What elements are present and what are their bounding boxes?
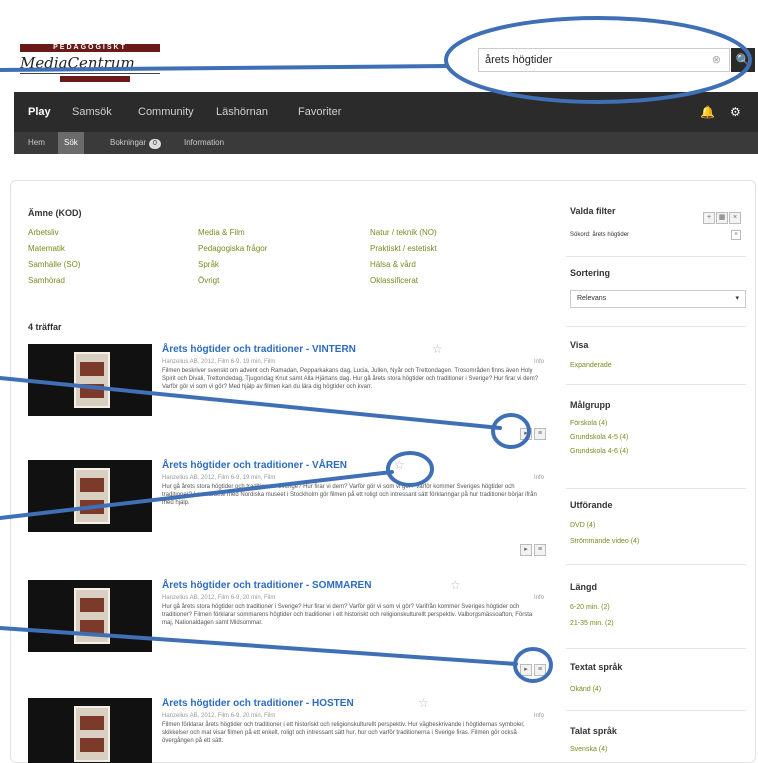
result-meta: Hanzelius AB, 2012, Film 6-9, 20 min, Fi…	[162, 713, 276, 719]
bookings-count-badge: 0	[149, 139, 161, 149]
star-icon[interactable]: ☆	[432, 342, 443, 356]
grid-icon[interactable]: ▦	[716, 212, 728, 224]
play-icon[interactable]: ▸	[520, 664, 532, 676]
sort-select[interactable]: Relevans ▾	[570, 290, 746, 308]
chevron-down-icon: ▾	[735, 295, 739, 302]
result-meta: Hanzelius AB, 2012, Film 6-9, 19 min, Fi…	[162, 475, 276, 481]
target-option[interactable]: Förskola (4)	[570, 420, 607, 427]
subject-link[interactable]: Samhälle (SO)	[28, 260, 80, 269]
result-thumbnail[interactable]	[28, 460, 152, 532]
star-icon[interactable]: ☆	[394, 458, 405, 472]
list-icon[interactable]: ≡	[534, 664, 546, 676]
length-option[interactable]: 21-35 min. (2)	[570, 620, 614, 627]
result-info: Info	[534, 595, 545, 601]
site-logo[interactable]: PEDAGOGISKT MediaCentrum	[20, 44, 160, 84]
page-header: PEDAGOGISKT MediaCentrum ⊗ 🔍	[0, 0, 758, 92]
list-icon[interactable]: ≡	[534, 544, 546, 556]
subject-link[interactable]: Media & Film	[198, 228, 245, 237]
nav-item-favoriter[interactable]: Favoriter	[298, 92, 341, 132]
result-item: Årets högtider och traditioner - SOMMARE…	[28, 578, 548, 690]
subtitle-option[interactable]: Okänd (4)	[570, 686, 601, 693]
subnav-item-sok[interactable]: Sök	[58, 132, 84, 154]
search-icon: 🔍	[735, 53, 751, 67]
star-icon[interactable]: ☆	[450, 578, 461, 592]
view-option[interactable]: Expanderade	[570, 362, 612, 369]
sort-value: Relevans	[577, 295, 607, 302]
result-item: Årets högtider och traditioner - VÅREN ☆…	[28, 458, 548, 570]
subnav-item-hem[interactable]: Hem	[28, 132, 45, 154]
logo-top-bar: PEDAGOGISKT	[20, 44, 160, 52]
bell-icon[interactable]: 🔔	[700, 105, 715, 119]
result-meta: Hanzelius AB, 2012, Film 6-9, 19 min, Fi…	[162, 359, 276, 365]
subjects-title: Ämne (KOD)	[28, 208, 82, 218]
format-option[interactable]: Strömmande video (4)	[570, 538, 639, 545]
sub-nav: Hem Sök Bokningar 0 Information	[14, 132, 758, 154]
expand-icon[interactable]: +	[703, 212, 715, 224]
result-meta: Hanzelius AB, 2012, Film 6-9, 20 min, Fi…	[162, 595, 276, 601]
subject-link[interactable]: Pedagogiska frågor	[198, 244, 267, 253]
search-input[interactable]	[479, 49, 699, 71]
subject-link[interactable]: Natur / teknik (NO)	[370, 228, 437, 237]
target-title: Målgrupp	[570, 400, 611, 410]
result-description: Filmen beskriver svenskt om advent och R…	[162, 368, 539, 390]
nav-item-community[interactable]: Community	[138, 92, 194, 132]
subject-link[interactable]: Övrigt	[198, 276, 219, 285]
main-nav: Play Samsök Community Läshörnan Favorite…	[14, 92, 758, 132]
format-option[interactable]: DVD (4)	[570, 522, 595, 529]
result-item: Årets högtider och traditioner - HÖSTEN …	[28, 698, 548, 763]
result-item: Årets högtider och traditioner - VINTERN…	[28, 342, 548, 454]
close-icon[interactable]: ×	[729, 212, 741, 224]
spoken-option[interactable]: Svenska (4)	[570, 746, 607, 753]
length-option[interactable]: 6-20 min. (2)	[570, 604, 610, 611]
subject-link[interactable]: Arbetsliv	[28, 228, 59, 237]
result-thumbnail[interactable]	[28, 698, 152, 763]
result-description: Hur gå årets stora högtider och traditio…	[162, 484, 537, 506]
subject-link[interactable]: Hälsa & vård	[370, 260, 416, 269]
logo-script: MediaCentrum	[20, 52, 160, 74]
result-description: Filmen förklarar årets högtider och trad…	[162, 722, 525, 744]
star-icon[interactable]: ☆	[418, 698, 429, 710]
result-title[interactable]: Årets högtider och traditioner - VINTERN	[162, 344, 356, 355]
subtitle-title: Textat språk	[570, 662, 623, 672]
result-description: Hur gå årets stora högtider och traditio…	[162, 604, 533, 626]
subject-link[interactable]: Oklassificerat	[370, 276, 418, 285]
play-icon[interactable]: ▸	[520, 428, 532, 440]
nav-item-play[interactable]: Play	[28, 92, 51, 132]
search-box: ⊗	[478, 48, 730, 72]
search-button[interactable]: 🔍	[731, 48, 755, 72]
spoken-title: Talat språk	[570, 726, 617, 736]
result-title[interactable]: Årets högtider och traditioner - SOMMARE…	[162, 580, 371, 591]
result-thumbnail[interactable]	[28, 580, 152, 652]
gear-icon[interactable]: ⚙	[730, 105, 741, 119]
play-icon[interactable]: ▸	[520, 544, 532, 556]
nav-item-lashornan[interactable]: Läshörnan	[216, 92, 268, 132]
target-option[interactable]: Grundskola 4-5 (4)	[570, 434, 628, 441]
subject-link[interactable]: Språk	[198, 260, 219, 269]
result-thumbnail[interactable]	[28, 344, 152, 416]
result-title[interactable]: Årets högtider och traditioner - VÅREN	[162, 460, 347, 471]
clear-icon[interactable]: ⊗	[712, 53, 721, 66]
result-title[interactable]: Årets högtider och traditioner - HÖSTEN	[162, 698, 354, 709]
length-title: Längd	[570, 582, 597, 592]
list-icon[interactable]: ≡	[534, 428, 546, 440]
chosen-filter: Sökord: årets högtider	[570, 232, 630, 238]
subnav-item-information[interactable]: Information	[184, 132, 224, 154]
subject-link[interactable]: Matematik	[28, 244, 65, 253]
filters-title: Valda filter	[570, 206, 616, 216]
hits-count: 4 träffar	[28, 322, 62, 332]
view-title: Visa	[570, 340, 589, 350]
subject-link[interactable]: Samhörad	[28, 276, 65, 285]
result-info: Info	[534, 713, 545, 719]
sort-title: Sortering	[570, 268, 611, 278]
subnav-item-bokningar[interactable]: Bokningar 0	[110, 132, 161, 154]
format-title: Utförande	[570, 500, 613, 510]
result-info: Info	[534, 475, 545, 481]
subnav-bokningar-label: Bokningar	[110, 138, 147, 147]
nav-item-samsok[interactable]: Samsök	[72, 92, 112, 132]
subject-link[interactable]: Praktiskt / estetiskt	[370, 244, 437, 253]
result-info: Info	[534, 359, 545, 365]
logo-bottom-bar	[60, 76, 130, 82]
target-option[interactable]: Grundskola 4-6 (4)	[570, 448, 628, 455]
remove-filter-icon[interactable]: ×	[731, 230, 741, 240]
